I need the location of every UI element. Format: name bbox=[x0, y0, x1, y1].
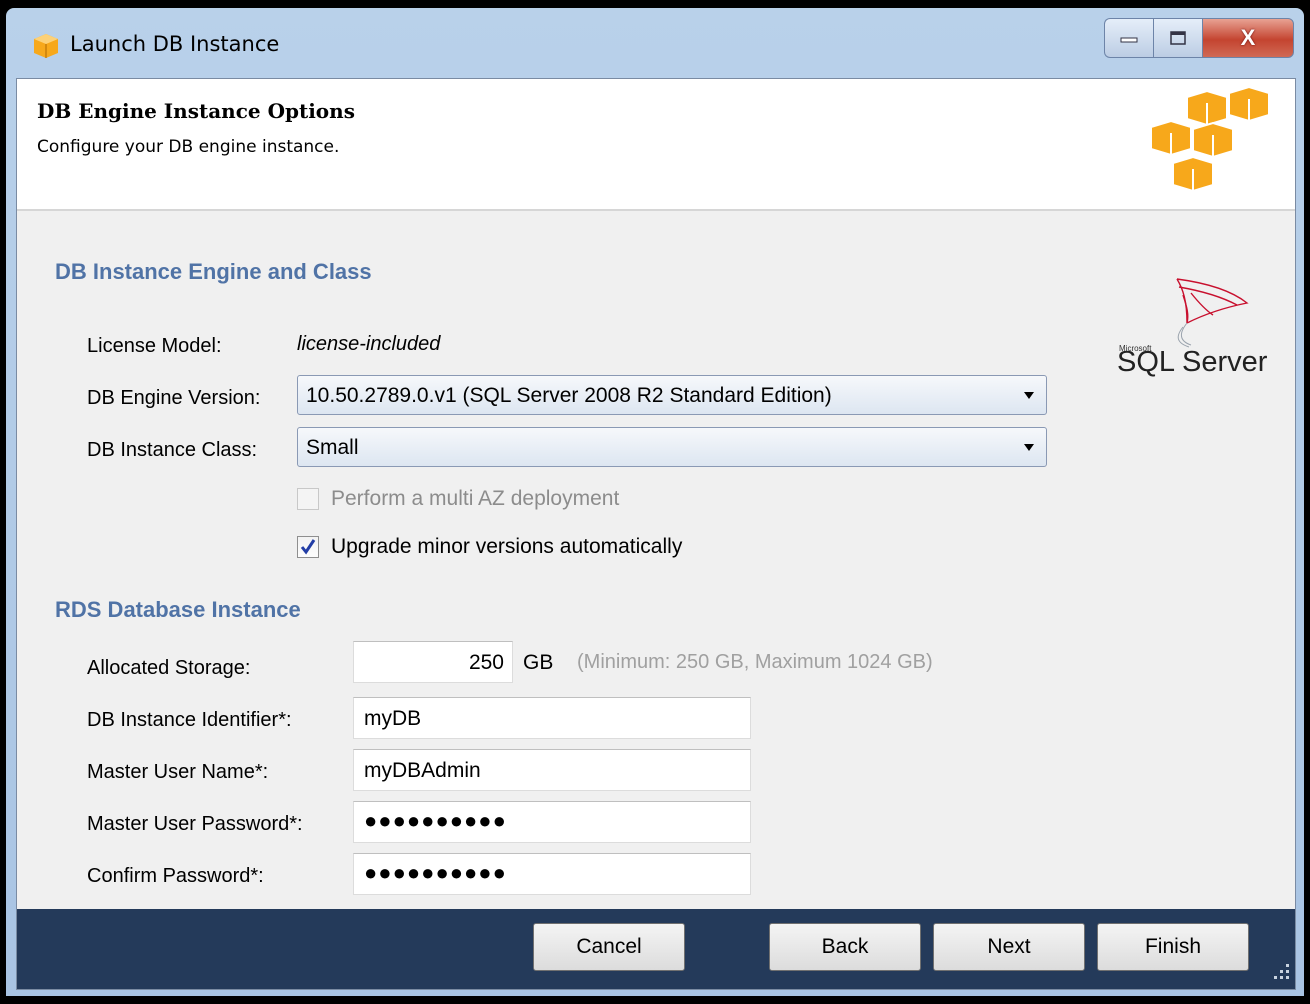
window-controls: X bbox=[1104, 18, 1294, 58]
section-rds-instance: RDS Database Instance bbox=[55, 597, 301, 622]
wizard-client-area: DB Engine Instance Options Configure you… bbox=[16, 78, 1296, 990]
storage-hint: (Minimum: 250 GB, Maximum 1024 GB) bbox=[577, 651, 933, 673]
auto-upgrade-checkbox[interactable] bbox=[297, 536, 319, 558]
master-user-label: Master User Name*: bbox=[87, 761, 269, 783]
instance-class-select[interactable]: Small bbox=[297, 427, 1047, 467]
next-button[interactable]: Next bbox=[933, 923, 1085, 971]
auto-upgrade-label: Upgrade minor versions automatically bbox=[331, 535, 683, 558]
password-label: Master User Password*: bbox=[87, 813, 303, 835]
engine-version-label: DB Engine Version: bbox=[87, 387, 261, 409]
master-user-input[interactable]: myDBAdmin bbox=[353, 749, 751, 791]
identifier-input[interactable]: myDB bbox=[353, 697, 751, 739]
cancel-button[interactable]: Cancel bbox=[533, 923, 685, 971]
sql-logo-text: SQL Server bbox=[1117, 346, 1268, 378]
maximize-icon bbox=[1170, 31, 1186, 45]
identifier-label: DB Instance Identifier*: bbox=[87, 709, 292, 731]
launch-db-instance-window: Launch DB Instance X DB Engine Instance … bbox=[6, 8, 1304, 996]
aws-cubes-logo bbox=[1115, 83, 1285, 207]
allocated-storage-value: 250 bbox=[468, 651, 504, 674]
back-button[interactable]: Back bbox=[769, 923, 921, 971]
master-user-value: myDBAdmin bbox=[364, 759, 481, 782]
auto-upgrade-option[interactable]: Upgrade minor versions automatically bbox=[297, 535, 682, 559]
wizard-header: DB Engine Instance Options Configure you… bbox=[17, 79, 1295, 211]
license-model-label: License Model: bbox=[87, 335, 222, 357]
confirm-password-input[interactable]: ●●●●●●●●●● bbox=[353, 853, 751, 895]
chevron-down-icon bbox=[1024, 444, 1034, 451]
identifier-value: myDB bbox=[364, 707, 422, 730]
license-model-value: license-included bbox=[297, 333, 441, 355]
password-input[interactable]: ●●●●●●●●●● bbox=[353, 801, 751, 843]
confirm-password-value: ●●●●●●●●●● bbox=[364, 860, 507, 885]
resize-grip-icon[interactable] bbox=[1271, 961, 1291, 985]
chevron-down-icon bbox=[1024, 392, 1034, 399]
checkmark-icon bbox=[300, 539, 316, 555]
engine-version-value: 10.50.2789.0.v1 (SQL Server 2008 R2 Stan… bbox=[306, 384, 832, 407]
password-value: ●●●●●●●●●● bbox=[364, 808, 507, 833]
allocated-storage-input[interactable]: 250 bbox=[353, 641, 513, 683]
sql-server-logo: Microsoft SQL Server bbox=[1117, 267, 1277, 391]
wizard-footer: Cancel Back Next Finish bbox=[17, 909, 1295, 989]
maximize-button[interactable] bbox=[1153, 18, 1202, 58]
window-title: Launch DB Instance bbox=[70, 32, 280, 56]
engine-version-select[interactable]: 10.50.2789.0.v1 (SQL Server 2008 R2 Stan… bbox=[297, 375, 1047, 415]
title-bar[interactable]: Launch DB Instance X bbox=[6, 8, 1304, 78]
storage-unit: GB bbox=[523, 651, 554, 674]
confirm-password-label: Confirm Password*: bbox=[87, 865, 264, 887]
section-engine-class: DB Instance Engine and Class bbox=[55, 259, 372, 284]
allocated-storage-label: Allocated Storage: bbox=[87, 657, 251, 679]
multi-az-option: Perform a multi AZ deployment bbox=[297, 487, 619, 511]
close-icon: X bbox=[1240, 25, 1256, 50]
aws-cube-icon bbox=[32, 32, 60, 64]
finish-button[interactable]: Finish bbox=[1097, 923, 1249, 971]
multi-az-label: Perform a multi AZ deployment bbox=[331, 487, 620, 510]
close-button[interactable]: X bbox=[1202, 18, 1294, 58]
minimize-icon bbox=[1120, 37, 1138, 43]
instance-class-value: Small bbox=[306, 436, 359, 459]
page-subtitle: Configure your DB engine instance. bbox=[37, 137, 340, 157]
minimize-button[interactable] bbox=[1104, 18, 1153, 58]
page-title: DB Engine Instance Options bbox=[37, 99, 355, 123]
multi-az-checkbox bbox=[297, 488, 319, 510]
instance-class-label: DB Instance Class: bbox=[87, 439, 258, 461]
